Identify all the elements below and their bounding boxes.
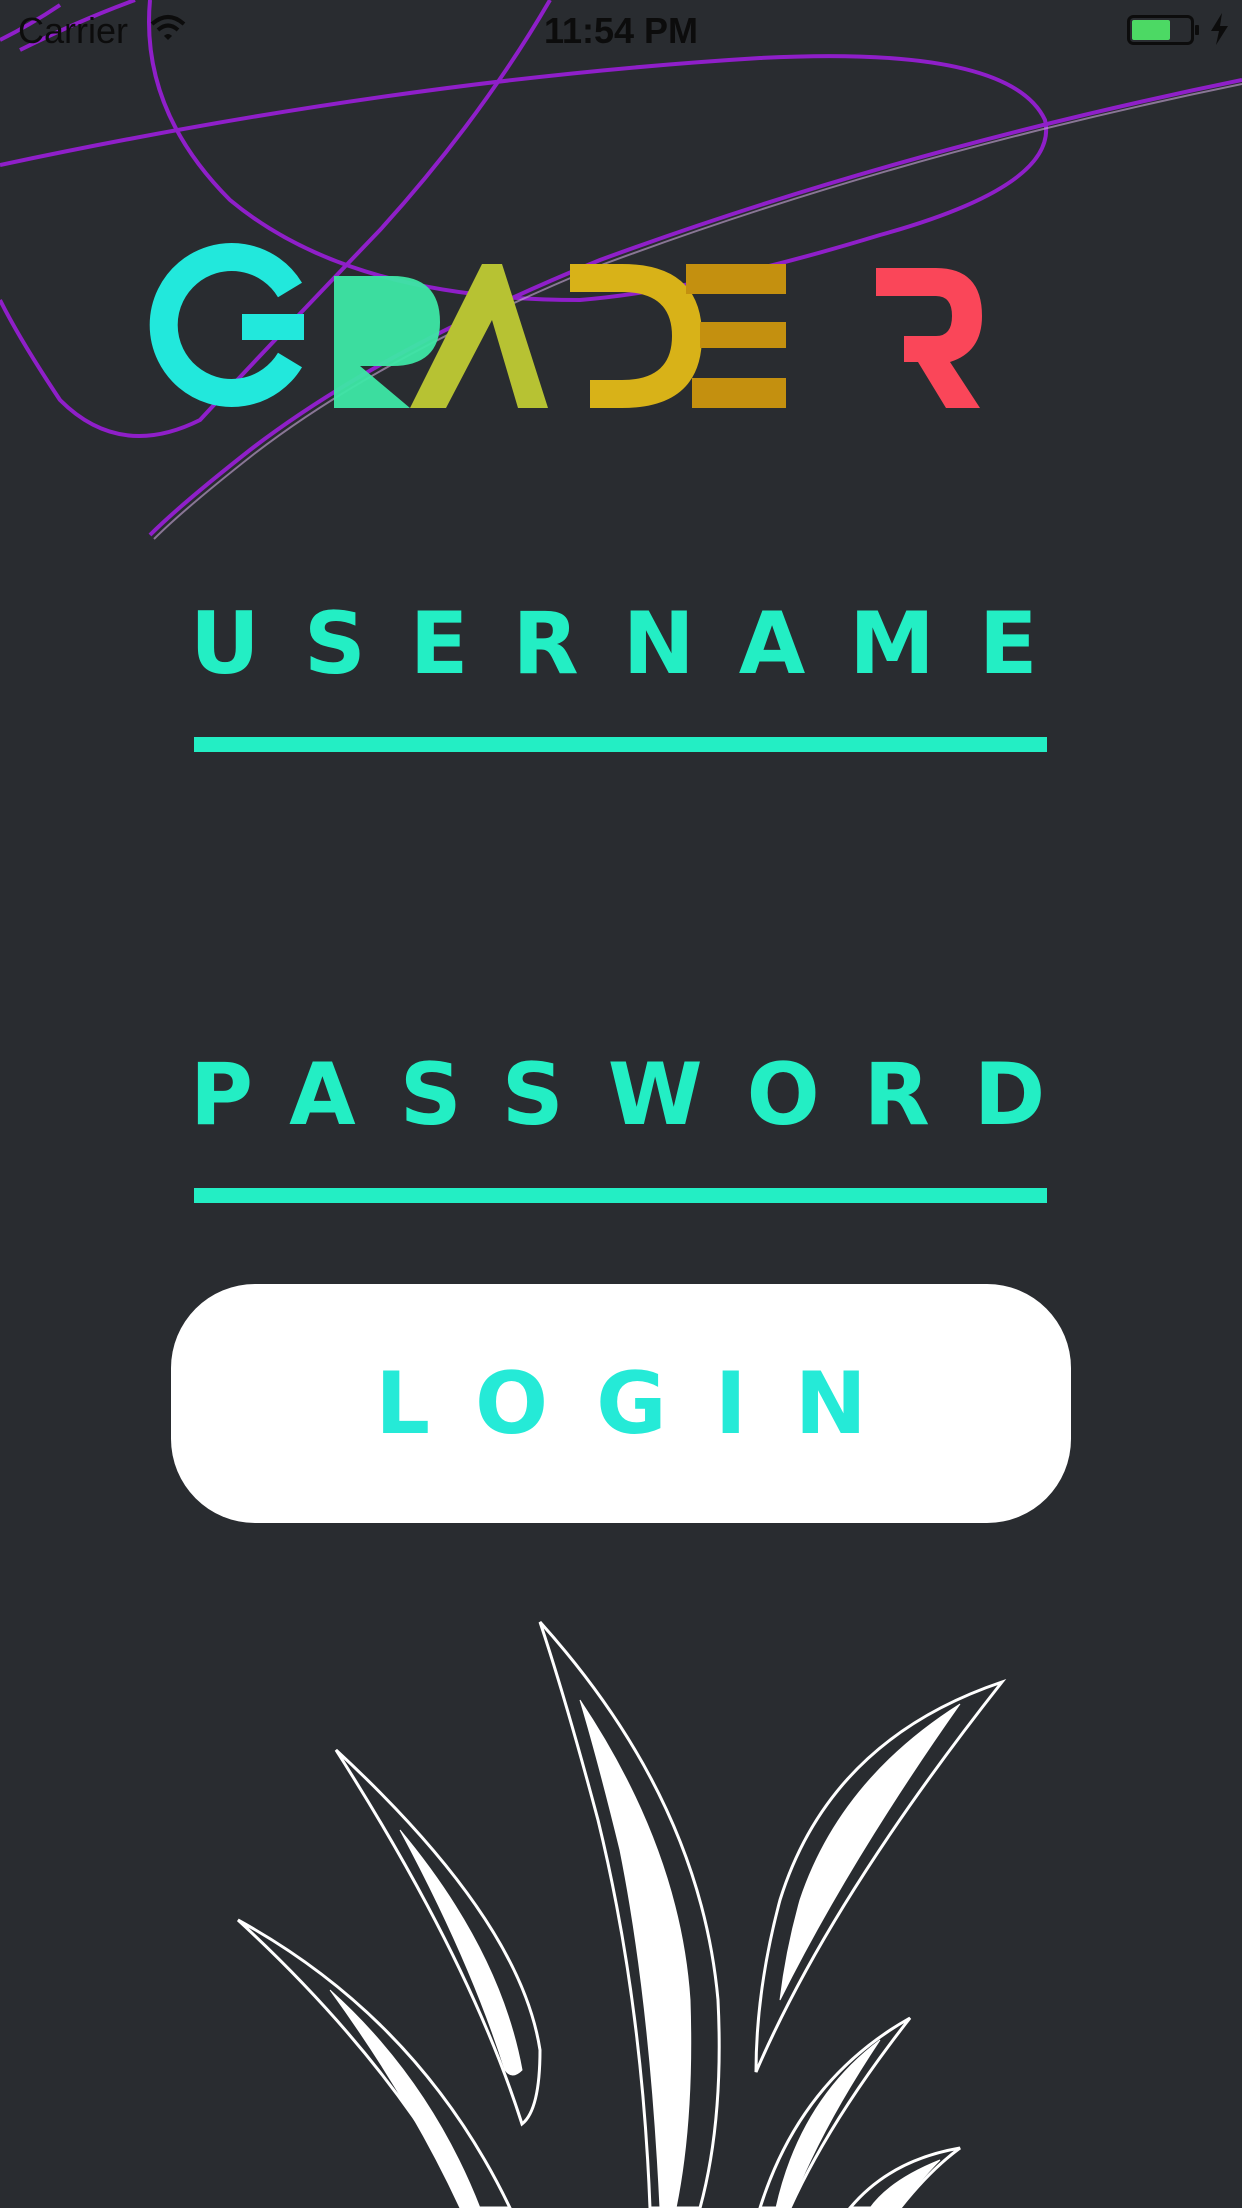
login-button[interactable]: LOGIN [171,1284,1071,1523]
grader-logo [149,243,982,408]
bolt-icon [1211,13,1228,45]
battery-icon [1127,15,1199,45]
status-bar: Carrier 11:54 PM [0,0,1242,60]
username-underline [194,737,1047,752]
leaves-illustration [236,1620,1007,2208]
logo-letter-d [570,264,702,408]
login-button-label: LOGIN [375,1353,915,1454]
password-input[interactable] [194,1112,1050,1184]
logo-letter-e [686,264,786,408]
status-time: 11:54 PM [543,10,699,51]
password-underline [194,1188,1047,1203]
username-input[interactable] [194,660,1050,732]
logo-letter-r2 [876,268,982,408]
